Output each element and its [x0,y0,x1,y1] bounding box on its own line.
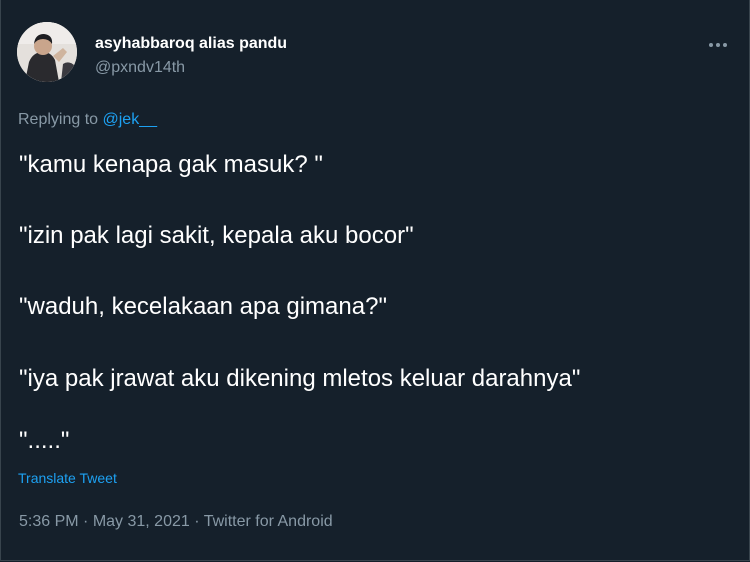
more-options-button[interactable] [705,32,731,58]
tweet-date[interactable]: May 31, 2021 [93,513,190,530]
ellipsis-icon [716,43,720,47]
tweet-line: "....." [19,427,70,454]
author-display-name[interactable]: asyhabbaroq alias pandu [95,35,287,53]
translate-tweet-link[interactable]: Translate Tweet [18,470,117,486]
tweet-header: asyhabbaroq alias pandu @pxndv14th [17,22,733,86]
reply-mention-link[interactable]: @jek__ [103,111,158,128]
tweet-time[interactable]: 5:36 PM [19,513,79,530]
profile-photo-icon [17,22,77,82]
replying-to-prefix: Replying to [18,111,103,128]
ellipsis-icon [709,43,713,47]
tweet-source[interactable]: Twitter for Android [204,513,333,530]
tweet-metadata: 5:36 PM · May 31, 2021 · Twitter for And… [19,513,333,531]
replying-to: Replying to @jek__ [18,111,157,129]
tweet-line: "kamu kenapa gak masuk? " [19,151,323,178]
author-handle[interactable]: @pxndv14th [95,59,185,77]
tweet-card: asyhabbaroq alias pandu @pxndv14th Reply… [0,0,750,561]
avatar[interactable] [17,22,77,82]
ellipsis-icon [723,43,727,47]
meta-separator: · [189,513,204,530]
meta-separator: · [78,513,93,530]
tweet-line: "iya pak jrawat aku dikening mletos kelu… [19,365,581,392]
tweet-line: "waduh, kecelakaan apa gimana?" [19,293,387,320]
tweet-line: "izin pak lagi sakit, kepala aku bocor" [19,222,414,249]
